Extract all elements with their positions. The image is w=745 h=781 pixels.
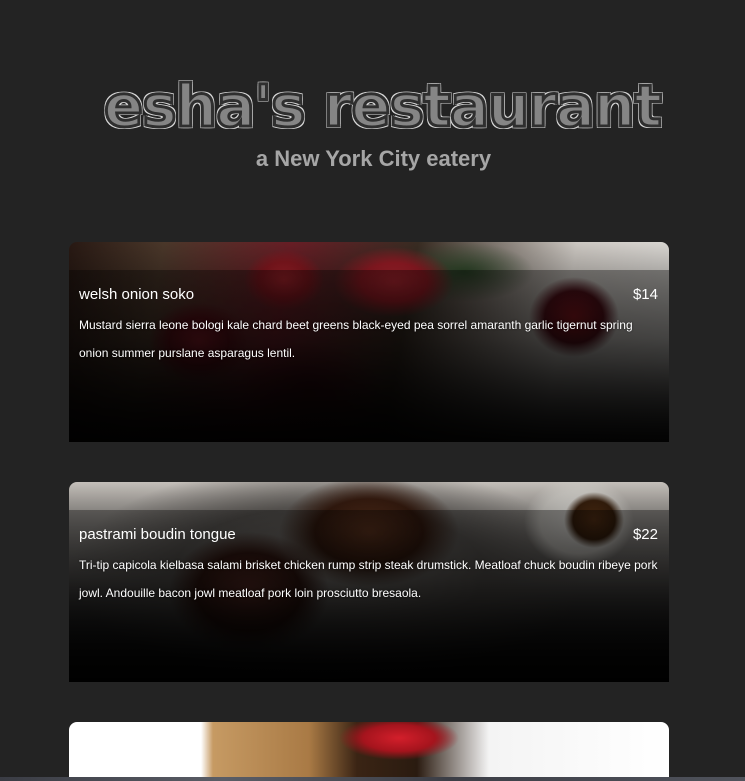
- dish-photo: [69, 722, 669, 781]
- menu-item-card[interactable]: [69, 722, 669, 781]
- page-footer-strip: [0, 777, 745, 781]
- page-subtitle: a New York City eatery: [255, 146, 492, 171]
- menu-item-price: $22: [632, 526, 658, 543]
- menu-item-card[interactable]: pastrami boudin tongue $22 Tri-tip capic…: [69, 482, 669, 682]
- menu-item-name: pastrami boudin tongue: [79, 526, 236, 543]
- menu-item-name: welsh onion soko: [79, 286, 195, 303]
- menu-item-card[interactable]: welsh onion soko $14 Mustard sierra leon…: [69, 242, 669, 442]
- page-title: esha's restaurant: [102, 71, 663, 142]
- menu-item-description: Mustard sierra leone bologi kale chard b…: [79, 318, 633, 360]
- menu-item-price: $14: [632, 286, 658, 303]
- menu-item-description: Tri-tip capicola kielbasa salami brisket…: [79, 558, 658, 600]
- site-header: esha's restaurant a New York City eatery: [0, 71, 745, 172]
